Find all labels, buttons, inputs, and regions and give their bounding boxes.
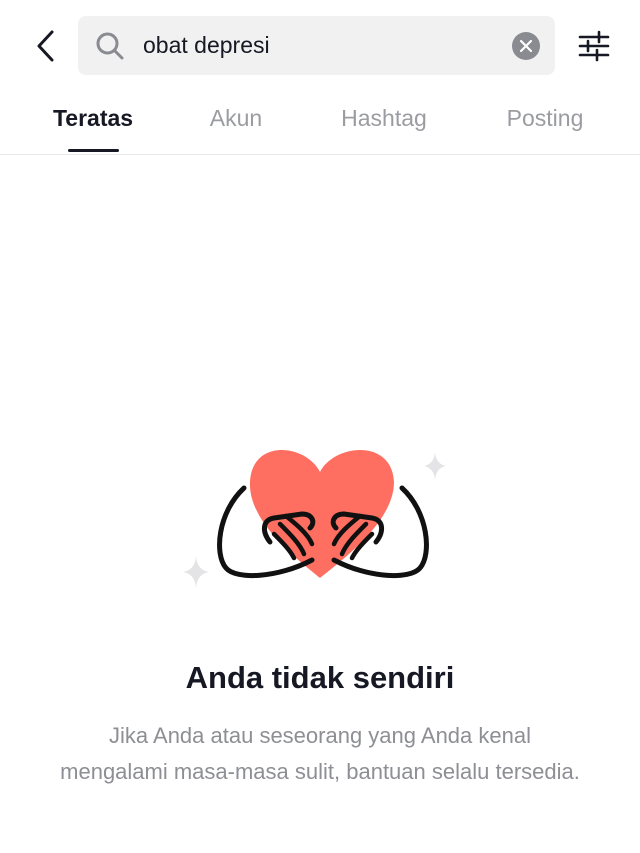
tab-label: Posting xyxy=(506,105,584,131)
search-header xyxy=(0,0,640,92)
tab-label: Hashtag xyxy=(341,105,427,131)
clear-icon xyxy=(519,39,533,53)
sparkle-icon xyxy=(183,556,209,588)
sparkle-icon xyxy=(424,452,446,480)
empty-state-description: Jika Anda atau seseorang yang Anda kenal… xyxy=(60,723,580,784)
filter-sliders-icon xyxy=(578,30,610,62)
heart-hands-illustration xyxy=(183,449,446,588)
tab-teratas[interactable]: Teratas xyxy=(33,92,153,154)
tab-hashtag[interactable]: Hashtag xyxy=(319,92,449,154)
filter-button[interactable] xyxy=(572,26,616,66)
back-arrow-icon xyxy=(37,30,54,62)
search-icon xyxy=(96,32,124,60)
tab-posting[interactable]: Posting xyxy=(480,92,610,154)
empty-state-title: Anda tidak sendiri xyxy=(185,660,455,695)
search-input[interactable] xyxy=(143,16,503,75)
search-bar[interactable] xyxy=(78,16,555,75)
tab-label: Teratas xyxy=(52,105,134,131)
heart-shape xyxy=(249,449,394,578)
back-button[interactable] xyxy=(26,24,66,68)
tab-akun[interactable]: Akun xyxy=(176,92,296,154)
tab-label: Akun xyxy=(209,105,263,131)
clear-search-button[interactable] xyxy=(512,32,540,60)
search-tabs: Teratas Akun Hashtag Posting xyxy=(0,92,640,155)
active-tab-indicator xyxy=(68,149,119,152)
